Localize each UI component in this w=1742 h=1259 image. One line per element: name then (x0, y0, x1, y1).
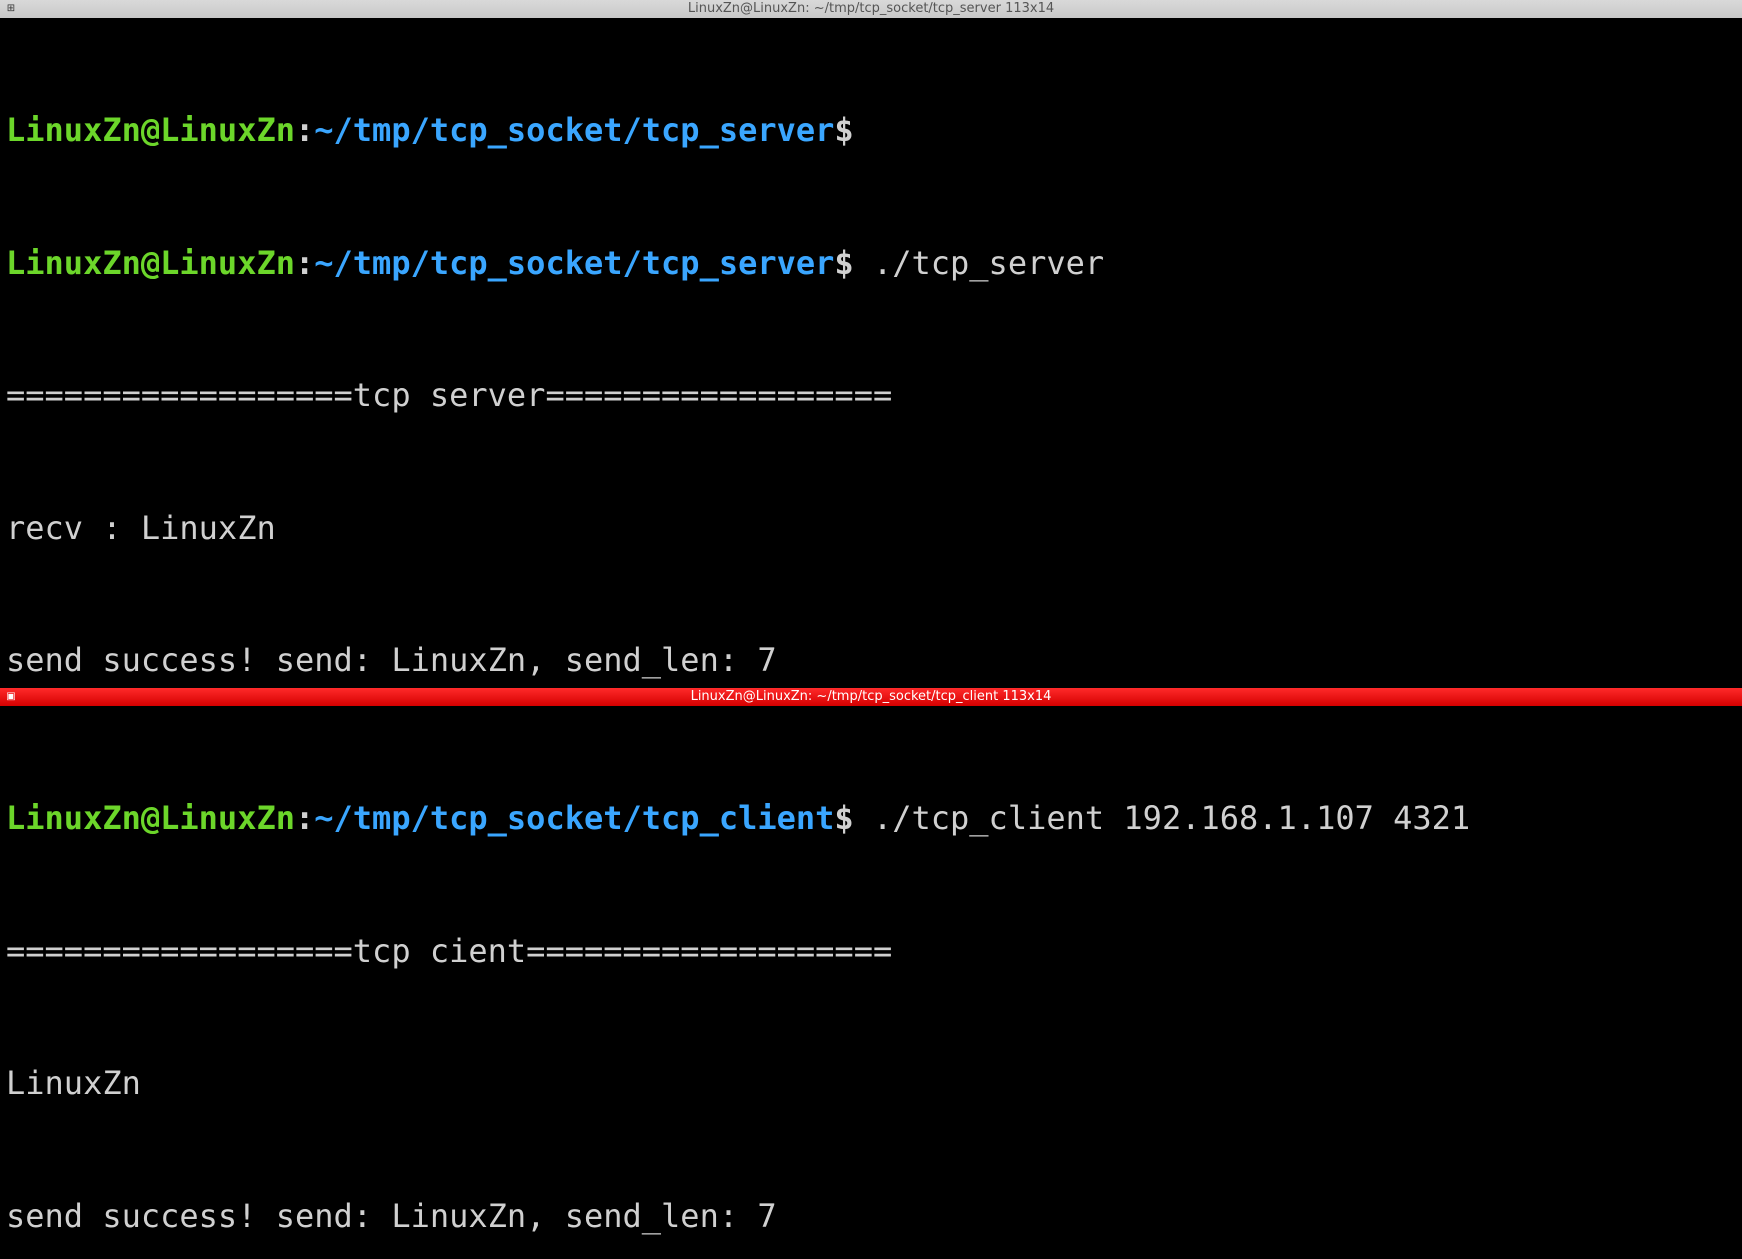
titlebar-server[interactable]: ⊞ LinuxZn@LinuxZn: ~/tmp/tcp_socket/tcp_… (0, 0, 1742, 18)
command-run-client: ./tcp_client 192.168.1.107 4321 (854, 799, 1471, 837)
output-line: LinuxZn (6, 1061, 1736, 1105)
prompt-colon: : (295, 244, 314, 282)
prompt-user: LinuxZn@LinuxZn (6, 111, 295, 149)
prompt-line-empty: LinuxZn@LinuxZn:~/tmp/tcp_socket/tcp_ser… (6, 108, 1736, 152)
prompt-path: ~/tmp/tcp_socket/tcp_server (314, 111, 834, 149)
prompt-colon: : (295, 111, 314, 149)
titlebar-client[interactable]: ▣ LinuxZn@LinuxZn: ~/tmp/tcp_socket/tcp_… (0, 688, 1742, 706)
output-line: recv : LinuxZn (6, 506, 1736, 550)
prompt-dollar: $ (834, 244, 853, 282)
prompt-line-run: LinuxZn@LinuxZn:~/tmp/tcp_socket/tcp_ser… (6, 241, 1736, 285)
output-line: ==================tcp server============… (6, 373, 1736, 417)
prompt-path: ~/tmp/tcp_socket/tcp_server (314, 244, 834, 282)
window-menu-icon[interactable]: ⊞ (0, 0, 22, 18)
output-line: ==================tcp cient=============… (6, 929, 1736, 973)
prompt-colon: : (295, 799, 314, 837)
titlebar-server-text: LinuxZn@LinuxZn: ~/tmp/tcp_socket/tcp_se… (0, 0, 1742, 18)
output-line: send success! send: LinuxZn, send_len: 7 (6, 638, 1736, 682)
prompt-user: LinuxZn@LinuxZn (6, 244, 295, 282)
output-line: send success! send: LinuxZn, send_len: 7 (6, 1194, 1736, 1238)
prompt-user: LinuxZn@LinuxZn (6, 799, 295, 837)
window-menu-icon[interactable]: ▣ (0, 688, 22, 706)
prompt-line-run-client: LinuxZn@LinuxZn:~/tmp/tcp_socket/tcp_cli… (6, 796, 1736, 840)
prompt-dollar: $ (834, 799, 853, 837)
terminal-body-client[interactable]: LinuxZn@LinuxZn:~/tmp/tcp_socket/tcp_cli… (0, 706, 1742, 1259)
prompt-path: ~/tmp/tcp_socket/tcp_client (314, 799, 834, 837)
command-run-server: ./tcp_server (854, 244, 1104, 282)
terminal-pane-client[interactable]: ▣ LinuxZn@LinuxZn: ~/tmp/tcp_socket/tcp_… (0, 688, 1742, 1259)
titlebar-client-text: LinuxZn@LinuxZn: ~/tmp/tcp_socket/tcp_cl… (0, 688, 1742, 706)
prompt-dollar: $ (834, 111, 853, 149)
terminal-pane-server[interactable]: ⊞ LinuxZn@LinuxZn: ~/tmp/tcp_socket/tcp_… (0, 0, 1742, 688)
